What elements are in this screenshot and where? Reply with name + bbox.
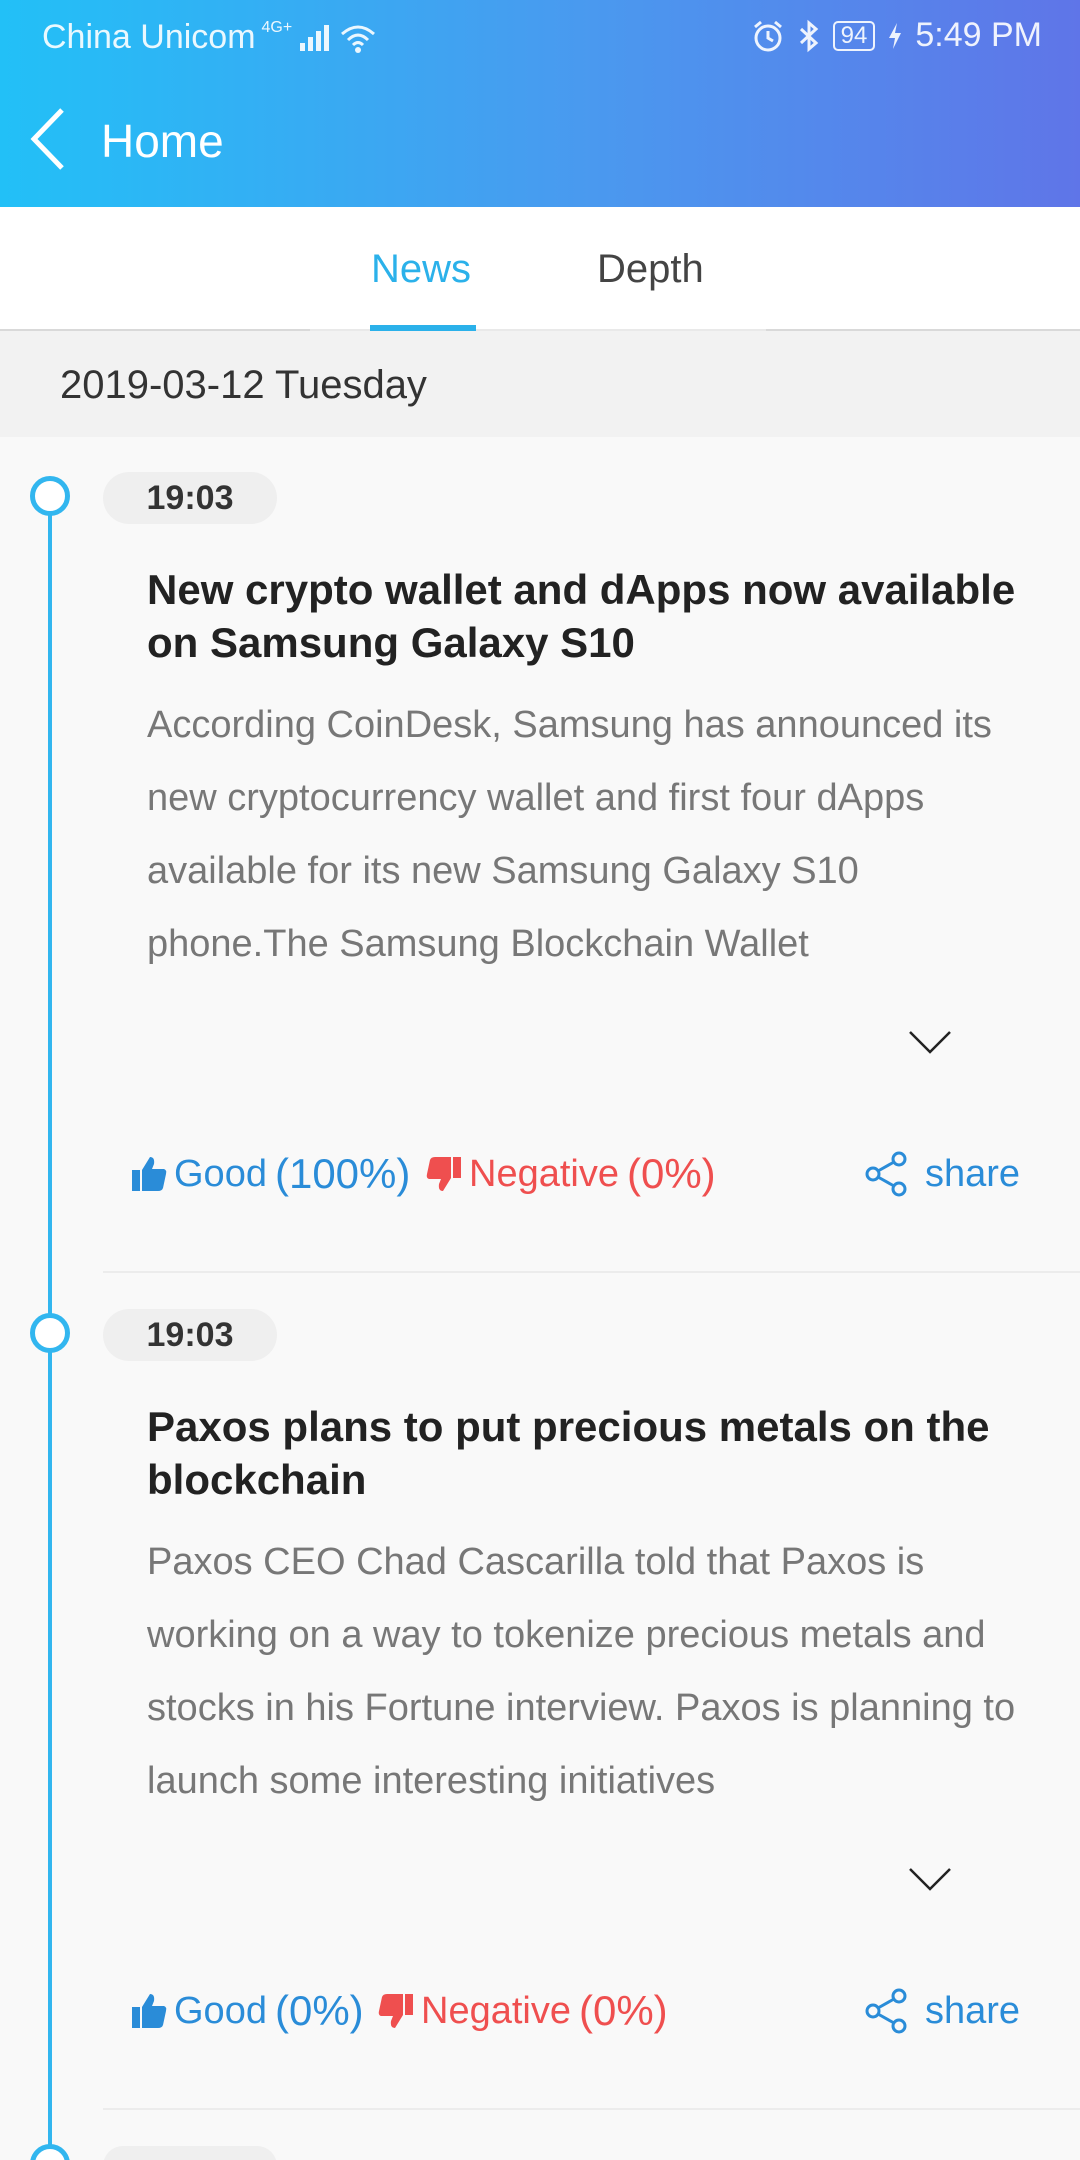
article-body[interactable]: Paxos CEO Chad Cascarilla told that Paxo… bbox=[147, 1526, 1027, 1818]
negative-button[interactable]: Negative (0%) bbox=[425, 1144, 716, 1204]
article-time: 19:03 bbox=[103, 472, 277, 524]
carrier-info: China Unicom 4G+ bbox=[42, 18, 378, 57]
article-title[interactable]: Paxos plans to put precious metals on th… bbox=[147, 1400, 1027, 1506]
negative-label: Negative bbox=[469, 1152, 619, 1195]
article-actions: Good (0%) Negative (0%) share bbox=[130, 1981, 1030, 2041]
article-time-partial bbox=[103, 2146, 277, 2160]
article-body[interactable]: According CoinDesk, Samsung has announce… bbox=[147, 689, 1027, 981]
tab-depth[interactable]: Depth bbox=[597, 247, 704, 292]
good-percent: (100%) bbox=[274, 1150, 411, 1197]
battery-level: 94 bbox=[832, 20, 876, 51]
date-label: 2019-03-12 Tuesday bbox=[60, 363, 427, 407]
network-type: 4G+ bbox=[261, 18, 293, 36]
thumbs-up-icon bbox=[132, 1994, 167, 2028]
good-button[interactable]: Good (0%) bbox=[130, 1981, 364, 2041]
tab-bar: News Depth bbox=[0, 207, 1080, 331]
thumbs-up-icon bbox=[132, 1157, 167, 1191]
alarm-icon bbox=[753, 20, 782, 51]
wifi-icon bbox=[341, 25, 376, 53]
timeline-dot bbox=[30, 1313, 70, 1353]
back-arrow-icon[interactable] bbox=[26, 104, 70, 174]
status-right: 94 5:49 PM bbox=[751, 16, 1042, 55]
share-button[interactable]: share bbox=[863, 1981, 1020, 2041]
thumbs-down-icon bbox=[378, 1994, 413, 2028]
charging-icon bbox=[889, 22, 902, 49]
negative-label: Negative bbox=[421, 1989, 571, 2032]
article-title[interactable]: New crypto wallet and dApps now availabl… bbox=[147, 563, 1027, 669]
article-divider bbox=[103, 1271, 1080, 1273]
negative-percent: (0%) bbox=[578, 1987, 668, 2034]
negative-percent: (0%) bbox=[626, 1150, 716, 1197]
date-header: 2019-03-12 Tuesday bbox=[0, 331, 1080, 437]
article-time: 19:03 bbox=[103, 1309, 277, 1361]
good-percent: (0%) bbox=[274, 1987, 364, 2034]
chevron-down-icon[interactable] bbox=[908, 1867, 952, 1891]
timeline-dot bbox=[30, 2144, 70, 2160]
app-header: China Unicom 4G+ 94 5:49 PM Home bbox=[0, 0, 1080, 207]
carrier-name: China Unicom bbox=[42, 18, 256, 56]
nav-title[interactable]: Home bbox=[101, 114, 224, 168]
signal-icon bbox=[300, 24, 330, 51]
share-button[interactable]: share bbox=[863, 1144, 1020, 1204]
tab-news[interactable]: News bbox=[371, 247, 471, 292]
nav-bar: Home bbox=[0, 100, 1080, 180]
good-button[interactable]: Good (100%) bbox=[130, 1144, 410, 1204]
status-time: 5:49 PM bbox=[915, 16, 1042, 54]
share-icon bbox=[865, 1988, 907, 2034]
bluetooth-icon bbox=[799, 19, 818, 52]
good-label: Good bbox=[174, 1152, 267, 1195]
status-bar: China Unicom 4G+ 94 5:49 PM bbox=[0, 0, 1080, 72]
share-label: share bbox=[925, 1152, 1021, 1195]
timeline-dot bbox=[30, 476, 70, 516]
article-actions: Good (100%) Negative (0%) share bbox=[130, 1144, 1030, 1204]
chevron-down-icon[interactable] bbox=[908, 1030, 952, 1054]
article-divider bbox=[103, 2108, 1080, 2110]
good-label: Good bbox=[174, 1989, 267, 2032]
share-icon bbox=[865, 1151, 907, 1197]
negative-button[interactable]: Negative (0%) bbox=[377, 1981, 668, 2041]
share-label: share bbox=[925, 1989, 1021, 2032]
thumbs-down-icon bbox=[426, 1157, 461, 1191]
